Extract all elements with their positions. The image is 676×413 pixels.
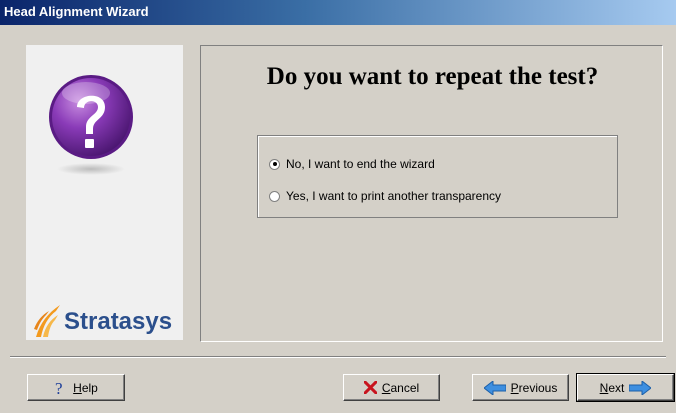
- previous-button-label: Previous: [510, 380, 558, 395]
- window-title: Head Alignment Wizard: [4, 4, 149, 19]
- radio-print-transparency[interactable]: [269, 190, 280, 202]
- cancel-button-label: Cancel: [381, 380, 420, 395]
- arrow-left-icon: [483, 380, 506, 395]
- stratasys-logo: Stratasys: [34, 303, 184, 339]
- previous-button[interactable]: Previous: [472, 374, 569, 401]
- arrow-right-icon: [629, 380, 652, 395]
- radio-end-wizard[interactable]: [269, 158, 280, 170]
- help-button[interactable]: ? Help: [27, 374, 125, 401]
- wizard-window: Head Alignment Wizard Stratasys Do you w…: [0, 0, 676, 413]
- logo-text: Stratasys: [64, 308, 173, 335]
- next-button[interactable]: Next: [576, 373, 675, 402]
- wizard-content-panel: Do you want to repeat the test? No, I wa…: [200, 45, 663, 342]
- wizard-sidebar: Stratasys: [26, 45, 183, 340]
- cancel-x-icon: [363, 381, 377, 394]
- option-end-wizard[interactable]: No, I want to end the wizard: [269, 156, 435, 172]
- button-separator: [10, 356, 666, 358]
- options-group: No, I want to end the wizard Yes, I want…: [257, 135, 618, 218]
- option-print-transparency[interactable]: Yes, I want to print another transparenc…: [269, 188, 501, 204]
- next-button-label: Next: [599, 380, 625, 395]
- title-bar: Head Alignment Wizard: [0, 0, 676, 25]
- cancel-button[interactable]: Cancel: [343, 374, 440, 401]
- help-icon: ?: [54, 380, 68, 396]
- question-mark-icon: [49, 75, 133, 175]
- page-title: Do you want to repeat the test?: [266, 63, 599, 90]
- stratasys-swoosh-icon: [34, 305, 60, 337]
- option-end-wizard-label: No, I want to end the wizard: [286, 157, 435, 171]
- svg-text:?: ?: [55, 380, 63, 396]
- option-print-transparency-label: Yes, I want to print another transparenc…: [286, 189, 502, 203]
- help-button-label: Help: [73, 380, 98, 395]
